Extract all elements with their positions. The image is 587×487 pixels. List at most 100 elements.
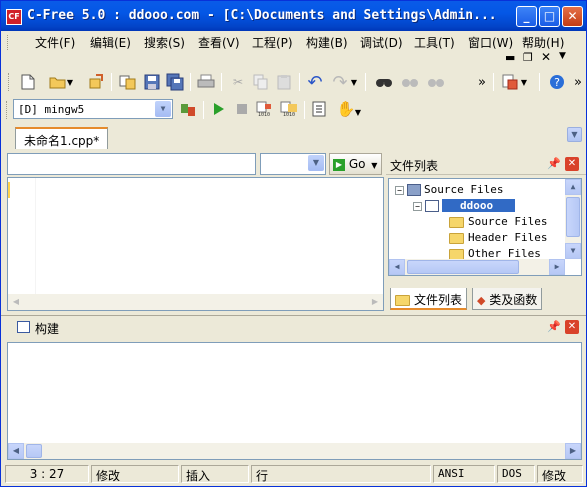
find-icon[interactable] [373,71,395,93]
menu-help[interactable]: 帮助(H) [522,34,564,51]
menu-search[interactable]: 搜索(S) [144,34,185,51]
copy-files-icon[interactable] [117,71,139,93]
scroll-left-icon[interactable]: ◀ [8,443,24,459]
pin-icon[interactable]: 📌 [547,157,561,171]
folder-icon [449,216,464,228]
workspace-icon [407,184,421,196]
mdi-close-icon[interactable]: ✕ [541,50,551,64]
close-panel-icon[interactable]: ✕ [565,157,579,171]
scroll-thumb[interactable] [407,260,519,274]
mdi-restore-icon[interactable]: ❐ [523,51,533,64]
find-prev-icon[interactable] [425,71,447,93]
cut-icon[interactable]: ✂ [227,71,249,93]
go-label: Go [348,157,366,171]
find-next-icon[interactable] [399,71,421,93]
tree-vertical-scrollbar[interactable]: ▲ ▼ [565,179,581,259]
hand-dropdown-icon[interactable]: ▼ [353,101,363,123]
save-all-icon[interactable] [164,71,186,93]
status-encoding: ANSI [433,465,495,483]
build-panel-header: 构建 📌 ✕ [1,315,586,339]
build-icon[interactable]: 1010 [279,98,301,120]
menu-build[interactable]: 构建(B) [306,34,348,51]
collapse-icon[interactable]: − [395,185,404,195]
open-dropdown-icon[interactable]: ▼ [65,71,75,93]
chevron-down-icon[interactable]: ▼ [155,101,171,117]
stop-icon[interactable] [231,98,253,120]
maximize-button[interactable]: □ [539,6,560,27]
app-icon[interactable]: CF [6,9,22,25]
open-recent-icon[interactable] [85,71,107,93]
toolbar-overflow-icon[interactable]: » [567,71,587,93]
editor-tab-row: 未命名1.cpp* ▼ [1,123,586,149]
editor-horizontal-scrollbar[interactable]: ◀ ▶ [8,294,383,310]
project-icon[interactable] [309,98,331,120]
mdi-menu-arrow-icon[interactable]: ▼ [559,51,566,61]
print-icon[interactable] [195,71,217,93]
tree-node-root[interactable]: − Source Files [395,182,503,198]
run-icon[interactable] [207,98,229,120]
toolbar-overflow-icon[interactable]: » [471,71,493,93]
tab-file[interactable]: 未命名1.cpp* [15,127,109,149]
build-horizontal-scrollbar[interactable]: ◀ ▶ [8,443,581,459]
copy-icon[interactable] [250,71,272,93]
menu-window[interactable]: 窗口(W) [468,34,513,51]
menu-debug[interactable]: 调试(D) [360,34,403,51]
menu-project[interactable]: 工程(P) [252,34,293,51]
tab-classes-functions[interactable]: ◆ 类及函数 [472,288,543,310]
tree-node-project[interactable]: − ddooo [413,198,516,214]
tree-horizontal-scrollbar[interactable]: ◀ ▶ [389,259,565,275]
pin-icon[interactable]: 📌 [547,320,561,334]
build-output[interactable]: ◀ ▶ [7,342,582,460]
file-tree[interactable]: − Source Files − ddooo Source Files Header… [388,178,582,276]
redo-dropdown-icon[interactable]: ▼ [349,71,359,93]
menubar-grip[interactable] [7,35,10,50]
compile-icon[interactable]: 1010 [253,98,275,120]
go-dropdown-icon[interactable]: ▼ [371,161,377,170]
paste-icon[interactable] [273,71,295,93]
undo-icon[interactable]: ↶ [304,71,326,93]
close-panel-icon[interactable]: ✕ [565,320,579,334]
mdi-controls: ▬ ❐ ✕ ▼ [499,50,585,67]
scroll-thumb[interactable] [566,197,580,237]
toolbar-grip[interactable] [8,73,11,91]
scroll-right-icon[interactable]: ▶ [367,294,383,310]
menu-tools[interactable]: 工具(T) [414,34,455,51]
new-file-icon[interactable] [17,71,39,93]
tree-node-source-files[interactable]: Source Files [449,214,547,230]
title-bar[interactable]: CF C-Free 5.0 : ddooo.com - [C:\Document… [1,1,586,31]
scroll-up-icon[interactable]: ▲ [565,179,581,195]
scroll-down-icon[interactable]: ▼ [565,243,581,259]
code-navigation-input[interactable] [7,153,256,175]
close-button[interactable]: ✕ [562,6,583,27]
menu-edit[interactable]: 编辑(E) [90,34,131,51]
menu-view[interactable]: 查看(V) [198,34,240,51]
redo-icon[interactable]: ↷ [329,71,351,93]
save-icon[interactable] [141,71,163,93]
scroll-left-icon[interactable]: ◀ [8,294,24,310]
toolbar-grip[interactable] [6,101,9,119]
minimize-button[interactable]: _ [516,6,537,27]
go-button[interactable]: ▶ Go ▼ [329,153,382,175]
code-editor[interactable]: ◀ ▶ [7,177,384,311]
compiler-select[interactable]: [D] mingw5 ▼ [13,99,173,119]
tree-label: Source Files [468,215,548,228]
scroll-left-icon[interactable]: ◀ [389,259,405,275]
function-select[interactable]: ▼ [260,153,326,175]
help-icon[interactable]: ? [546,71,568,93]
svg-text:1010: 1010 [283,112,295,117]
go-arrow-icon: ▶ [333,158,345,171]
scroll-thumb[interactable] [26,444,42,458]
mdi-minimize-icon[interactable]: ▬ [505,51,515,64]
collapse-icon[interactable]: − [413,201,422,211]
tab-file-list[interactable]: 文件列表 [390,288,468,310]
toolbar-separator [190,73,191,91]
rebuild-icon[interactable] [177,98,199,120]
scroll-right-icon[interactable]: ▶ [565,443,581,459]
insert-icon[interactable] [499,71,521,93]
menu-file[interactable]: 文件(F) [35,34,75,51]
scroll-right-icon[interactable]: ▶ [549,259,565,275]
chevron-down-icon[interactable]: ▼ [308,155,324,171]
insert-dropdown-icon[interactable]: ▼ [519,71,529,93]
tab-list-dropdown-icon[interactable]: ▼ [567,127,582,142]
tree-node-header-files[interactable]: Header Files [449,230,547,246]
